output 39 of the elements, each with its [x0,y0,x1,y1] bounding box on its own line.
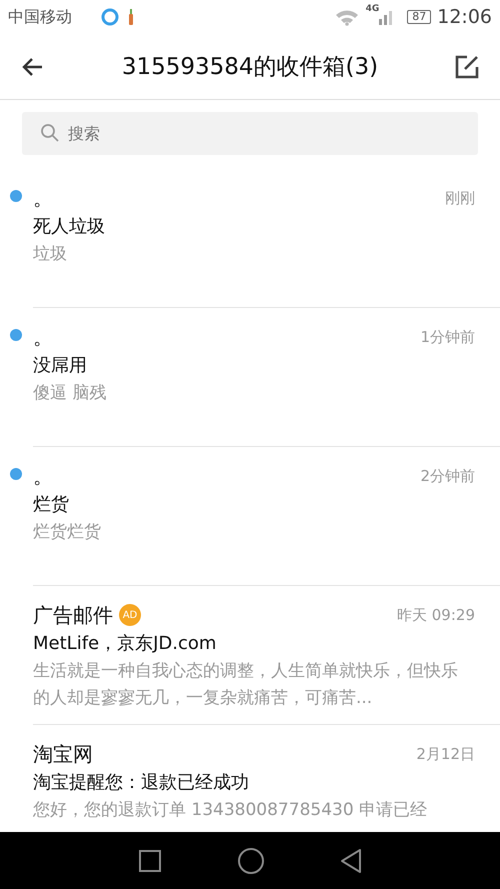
mail-sender: 。 [33,184,53,212]
mail-time: 昨天 09:29 [397,606,475,624]
clock: 12:06 [437,6,492,28]
compose-icon[interactable] [454,54,480,80]
mail-sender: 广告邮件 [33,602,113,628]
mail-preview: 傻逼 脑残 [33,382,108,405]
mail-time: 2分钟前 [420,466,475,486]
search-field[interactable]: 搜索 [22,112,478,155]
ad-badge: AD [119,604,141,626]
mail-sender: 。 [33,324,53,350]
sync-icon [100,7,120,27]
mail-subject: 没屌用 [33,354,88,378]
mail-subject: MetLife，京东JD.com [33,632,218,656]
mail-item[interactable]: 。 1分钟前 没屌用 傻逼 脑残 [33,308,500,447]
mail-preview: 生活就是一种自我心态的调整，人生简单就快乐，但快乐的人却是寥寥无几，一复杂就痛苦，可痛苦... [33,660,459,710]
mail-subject: 死人垃圾 [33,215,106,239]
mail-item[interactable]: 淘宝网 2月12日 淘宝提醒您：退款已经成功 您好，您的退款订单 134380087785430 申请已经 [33,725,500,832]
mail-item[interactable]: 广告邮件 AD 昨天 09:29 MetLife，京东JD.com 生活就是一种自我心态的调整，人生简单就快乐，但快乐的人却是寥寥无几，一复杂就痛苦，可痛苦... [33,586,500,725]
mail-subject: 烂货 [33,493,70,517]
mail-time: 刚刚 [445,188,475,208]
mail-item[interactable]: 。 2分钟前 烂货 烂货烂货 [33,447,500,586]
carrier-name: 中国移动 [8,6,72,28]
mail-sender: 。 [33,462,53,490]
home-icon[interactable] [237,846,265,874]
network-label: 4G [366,4,380,14]
inbox-title: 315593584的收件箱(3) [120,53,380,82]
mail-time: 2月12日 [416,744,475,764]
mail-sender: 淘宝网 [33,740,93,768]
wifi-icon [334,8,360,26]
back-icon[interactable] [339,848,363,874]
mail-preview: 您好，您的退款订单 134380087785430 申请已经 [33,799,428,822]
mail-preview: 烂货烂货 [33,521,102,544]
mail-preview: 垃圾 [33,243,68,266]
mail-item[interactable]: 。 刚刚 死人垃圾 垃圾 [33,169,500,308]
mail-time: 1分钟前 [420,328,475,346]
bottle-icon [126,7,136,27]
recents-icon[interactable] [137,848,163,874]
mail-subject: 淘宝提醒您：退款已经成功 [33,771,250,795]
battery-level: 87 [407,10,432,24]
